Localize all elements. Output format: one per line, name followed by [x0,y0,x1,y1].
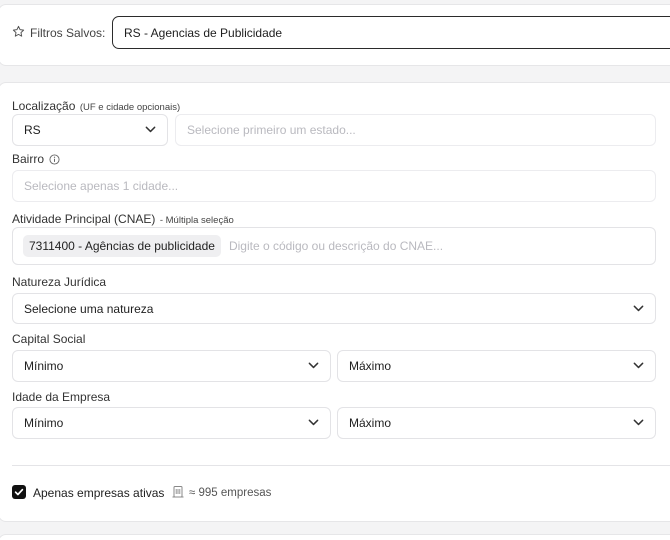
cnae-tag[interactable]: 7311400 - Agências de publicidade [23,235,221,257]
chevron-down-icon [308,362,319,369]
chevron-down-icon [633,362,644,369]
chevron-down-icon [633,419,644,426]
check-icon [14,488,24,496]
chevron-down-icon [633,305,644,311]
saved-filters-select[interactable]: RS - Agencias de Publicidade [112,16,670,49]
uf-select[interactable]: RS [12,114,168,146]
capital-max-value: Máximo [349,359,392,373]
capital-min-select[interactable]: Mínimo [12,350,331,382]
legal-nature-value: Selecione uma natureza [24,301,154,316]
next-panel [0,534,670,540]
star-icon [12,25,25,38]
cnae-label: Atividade Principal (CNAE) - Múltipla se… [12,212,234,226]
chevron-down-icon [308,419,319,426]
info-icon[interactable] [49,153,60,165]
divider [12,465,670,466]
saved-filters-label: Filtros Salvos: [30,26,106,40]
uf-value: RS [24,123,41,137]
neighborhood-label: Bairro [12,152,60,166]
company-count: ≈ 995 empresas [189,487,272,499]
neighborhood-placeholder: Selecione apenas 1 cidade... [24,179,179,193]
building-icon [172,485,184,498]
city-placeholder: Selecione primeiro um estado... [187,123,356,137]
active-only-checkbox[interactable] [12,485,26,499]
saved-filters-value: RS - Agencias de Publicidade [124,25,283,40]
age-min-select[interactable]: Mínimo [12,407,331,439]
cnae-search-input[interactable]: Digite o código ou descrição do CNAE... [229,235,643,257]
city-select[interactable]: Selecione primeiro um estado... [175,114,656,146]
location-label: Localização (UF e cidade opcionais) [12,99,181,113]
age-label: Idade da Empresa [12,390,111,404]
legal-nature-select[interactable]: Selecione uma natureza [12,293,656,324]
active-only-label[interactable]: Apenas empresas ativas [33,486,164,500]
age-max-select[interactable]: Máximo [337,407,656,439]
cnae-placeholder: Digite o código ou descrição do CNAE... [228,239,444,253]
location-hint: (UF e cidade opcionais) [79,102,181,113]
capital-max-select[interactable]: Máximo [337,350,656,382]
capital-label: Capital Social [12,332,86,346]
capital-min-value: Mínimo [24,359,64,373]
cnae-hint: - Múltipla seleção [159,215,234,226]
age-min-value: Mínimo [24,416,64,430]
age-max-value: Máximo [349,416,392,430]
neighborhood-select[interactable]: Selecione apenas 1 cidade... [12,170,656,202]
legal-nature-label: Natureza Jurídica [12,275,107,289]
chevron-down-icon [145,126,156,133]
cnae-multiselect[interactable]: 7311400 - Agências de publicidade Digite… [12,227,656,265]
